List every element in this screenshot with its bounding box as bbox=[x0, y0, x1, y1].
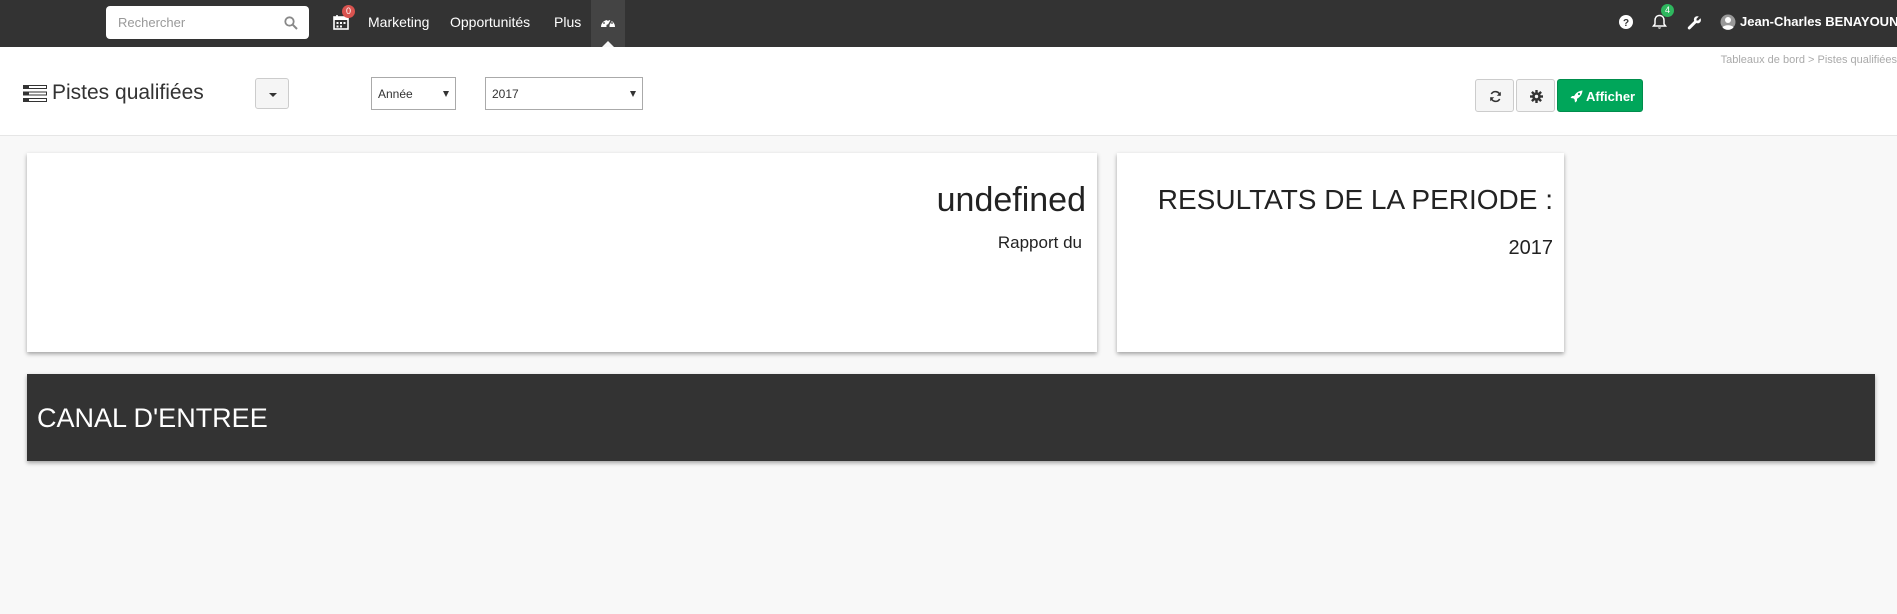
nav-link-opportunites[interactable]: Opportunités bbox=[450, 14, 530, 30]
user-name[interactable]: Jean-Charles BENAYOUN bbox=[1740, 14, 1897, 29]
nav-link-plus[interactable]: Plus bbox=[554, 14, 581, 30]
nav-link-marketing[interactable]: Marketing bbox=[368, 14, 429, 30]
rocket-icon bbox=[1570, 90, 1583, 103]
search-input[interactable] bbox=[106, 6, 276, 39]
report-card: undefined Rapport du bbox=[27, 153, 1097, 352]
select-arrow-icon bbox=[630, 91, 636, 97]
search-box[interactable] bbox=[106, 6, 309, 39]
dashboard-gauge-icon bbox=[601, 19, 615, 28]
results-card: RESULTATS DE LA PERIODE : 2017 bbox=[1117, 153, 1564, 352]
settings-button[interactable] bbox=[1516, 79, 1555, 112]
afficher-button[interactable]: Afficher bbox=[1557, 79, 1643, 112]
caret-down-icon bbox=[269, 93, 277, 97]
top-navbar: 0 Marketing Opportunités Plus ? 4 Jean-C… bbox=[0, 0, 1897, 47]
period-type-select[interactable]: Année bbox=[371, 77, 456, 110]
gear-icon bbox=[1530, 90, 1543, 103]
tab-dashboard[interactable] bbox=[591, 0, 625, 47]
calendar-badge: 0 bbox=[342, 5, 355, 18]
list-table-icon bbox=[23, 85, 47, 102]
afficher-label: Afficher bbox=[1586, 89, 1636, 104]
period-value: 2017 bbox=[492, 87, 519, 101]
section-title: CANAL D'ENTREE bbox=[37, 403, 268, 433]
refresh-button[interactable] bbox=[1475, 79, 1514, 112]
wrench-icon[interactable] bbox=[1687, 15, 1702, 30]
search-icon[interactable] bbox=[284, 16, 298, 30]
svg-text:?: ? bbox=[1623, 18, 1629, 29]
page-title: Pistes qualifiées bbox=[52, 81, 204, 104]
page-header: Tableaux de bord > Pistes qualifiées Pis… bbox=[0, 47, 1897, 136]
period-type-value: Année bbox=[378, 87, 413, 101]
breadcrumb[interactable]: Tableaux de bord > Pistes qualifiées bbox=[1721, 54, 1897, 66]
results-title: RESULTATS DE LA PERIODE : bbox=[1157, 184, 1553, 215]
user-avatar-icon[interactable] bbox=[1720, 14, 1736, 30]
canal-entree-section: CANAL D'ENTREE bbox=[27, 374, 1875, 461]
options-dropdown-button[interactable] bbox=[255, 78, 289, 109]
report-subtitle: Rapport du bbox=[997, 233, 1082, 252]
select-arrow-icon bbox=[443, 91, 449, 97]
results-year: 2017 bbox=[1508, 237, 1554, 259]
help-icon[interactable]: ? bbox=[1619, 15, 1633, 29]
report-value: undefined bbox=[936, 181, 1086, 219]
refresh-icon bbox=[1490, 90, 1501, 103]
period-value-select[interactable]: 2017 bbox=[485, 77, 643, 110]
notifications-badge: 4 bbox=[1661, 4, 1674, 17]
